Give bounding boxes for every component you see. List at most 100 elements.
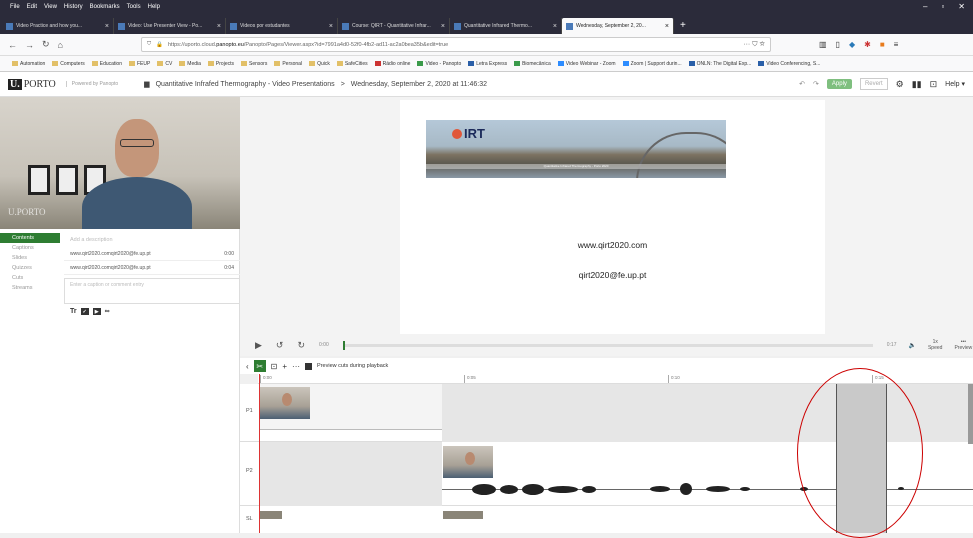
bookmark-item[interactable]: Personal xyxy=(274,61,302,67)
nav-slides[interactable]: Slides xyxy=(0,253,60,263)
sidebar-icon[interactable]: ▯ xyxy=(836,40,840,49)
tab-close-icon[interactable]: × xyxy=(105,23,109,30)
bookmark-item[interactable]: Video - Panopto xyxy=(417,61,461,67)
tab-close-icon[interactable]: × xyxy=(665,23,669,30)
collapse-chevron-icon[interactable]: ‹ xyxy=(246,362,249,371)
preview-cuts-checkbox[interactable] xyxy=(305,362,313,370)
browser-tab[interactable]: Course: QIRT - Quantitative Infrar... × xyxy=(338,18,450,34)
bookmark-item[interactable]: FEUP xyxy=(129,61,150,67)
bookmark-item[interactable]: SafeCities xyxy=(336,61,368,67)
menu-tools[interactable]: Tools xyxy=(127,4,141,10)
bookmark-item[interactable]: Zoom | Support durin... xyxy=(622,61,682,67)
undo-button[interactable]: ↶ xyxy=(799,80,805,88)
embed-icon[interactable]: ⊡ xyxy=(930,79,938,90)
browser-tab[interactable]: Videos por estudantes × xyxy=(226,18,338,34)
nav-contents[interactable]: Contents xyxy=(0,233,60,243)
wall-frame xyxy=(28,165,50,195)
menu-file[interactable]: File xyxy=(10,4,20,10)
tab-close-icon[interactable]: × xyxy=(441,23,445,30)
tab-close-icon[interactable]: × xyxy=(553,23,557,30)
maximize-icon[interactable]: ▫ xyxy=(941,2,944,11)
bookmark-item[interactable]: Biomecânica xyxy=(514,61,551,67)
bookmark-item[interactable]: Video Webinar - Zoom xyxy=(557,61,616,67)
logo-dot xyxy=(452,129,462,139)
bookmark-item[interactable]: CV xyxy=(157,61,172,67)
volume-icon[interactable]: 🔈 xyxy=(908,342,915,349)
bookmark-item[interactable]: Education xyxy=(91,61,122,67)
menu-view[interactable]: View xyxy=(44,4,57,10)
browser-tab[interactable]: Video Practice and how you... × xyxy=(2,18,114,34)
split-icon[interactable]: ⊡ xyxy=(271,362,278,371)
nav-cuts[interactable]: Cuts xyxy=(0,273,60,283)
link-icon[interactable]: ∞ xyxy=(105,308,110,315)
bookmark-item[interactable]: Quick xyxy=(309,61,330,67)
revert-button[interactable]: Revert xyxy=(859,78,888,90)
menu-help[interactable]: Help xyxy=(148,4,160,10)
reload-icon[interactable]: ↻ xyxy=(42,39,50,50)
rewind-icon[interactable]: ↺ xyxy=(276,340,284,351)
checkbox-icon[interactable]: ✓ xyxy=(80,308,89,315)
cut-scissors-icon[interactable]: ✂ xyxy=(253,360,266,372)
bookmark-item[interactable]: Media xyxy=(179,61,201,67)
text-format-icon[interactable]: Tr xyxy=(70,308,77,315)
new-tab-icon[interactable]: + xyxy=(680,20,686,31)
contents-row[interactable]: www.qirt2020.comqirt2020@fe.up.pt 0:00 xyxy=(64,247,240,261)
browser-tab[interactable]: Quantitative Infrared Thermo... × xyxy=(450,18,562,34)
contents-row[interactable]: www.qirt2020.comqirt2020@fe.up.pt 0:04 xyxy=(64,261,240,275)
slide-thumbnail[interactable] xyxy=(443,511,483,519)
bookmark-item[interactable]: Rádio online xyxy=(374,61,410,67)
extension-icon[interactable]: ◆ xyxy=(849,40,855,49)
back-icon[interactable]: ← xyxy=(8,40,17,50)
addon2-icon[interactable]: ■ xyxy=(880,40,885,49)
forward-icon[interactable]: ↻ xyxy=(297,340,305,351)
folder-icon xyxy=(12,61,18,66)
home-icon[interactable]: ⌂ xyxy=(58,40,63,50)
bookmark-item[interactable]: Letra Express xyxy=(468,61,507,67)
menu-edit[interactable]: Edit xyxy=(27,4,37,10)
tab-close-icon[interactable]: × xyxy=(217,23,221,30)
close-window-icon[interactable]: ✕ xyxy=(958,2,965,11)
nav-captions[interactable]: Captions xyxy=(0,243,60,253)
bookmark-item[interactable]: Automation xyxy=(12,61,45,67)
forward-icon[interactable]: → xyxy=(25,40,34,50)
bookmark-item[interactable]: Sensors xyxy=(240,61,267,67)
nav-quizzes[interactable]: Quizzes xyxy=(0,263,60,273)
minimize-icon[interactable]: – xyxy=(923,2,927,11)
menu-history[interactable]: History xyxy=(64,4,83,10)
video-icon[interactable]: ▶ xyxy=(92,308,101,315)
url-actions[interactable]: ··· ⛉ ☆ xyxy=(743,41,765,49)
description-input[interactable]: Add a description xyxy=(64,233,240,247)
url-bar[interactable]: ⛉ 🔒 https://uporto.cloud.panopto.eu/Pano… xyxy=(140,37,771,52)
addon-icon[interactable]: ✱ xyxy=(864,40,871,49)
speed-button[interactable]: 1x Speed xyxy=(928,339,942,351)
add-icon[interactable]: + xyxy=(282,362,287,371)
slide-preview[interactable]: IRT Quantitative Infrared Thermography -… xyxy=(400,100,825,338)
apply-button[interactable]: Apply xyxy=(826,79,852,89)
redo-button[interactable]: ↷ xyxy=(813,80,819,88)
help-menu[interactable]: Help ▾ xyxy=(945,80,965,88)
comment-input[interactable]: Enter a caption or comment entry xyxy=(64,278,240,304)
more-icon[interactable]: ··· xyxy=(292,362,300,371)
browser-tab-active[interactable]: Wednesday, September 2, 20... × xyxy=(562,18,674,34)
bookmark-item[interactable]: ONLN: The Digital Exp... xyxy=(688,61,751,67)
stats-icon[interactable]: ▮▮ xyxy=(912,79,922,90)
tab-label: Wednesday, September 2, 20... xyxy=(576,23,646,29)
bookmark-item[interactable]: Computers xyxy=(52,61,85,67)
bookmark-item[interactable]: Video Conferencing, S... xyxy=(758,61,820,67)
play-icon[interactable]: ▶ xyxy=(255,340,262,351)
tab-close-icon[interactable]: × xyxy=(329,23,333,30)
bookmark-item[interactable]: Projects xyxy=(207,61,234,67)
playhead[interactable] xyxy=(259,374,260,533)
library-icon[interactable]: ▥ xyxy=(819,40,827,49)
breadcrumb-folder[interactable]: Quantitative Infrafed Thermography - Vid… xyxy=(156,81,335,88)
settings-gear-icon[interactable]: ⚙ xyxy=(896,79,904,90)
preview-button[interactable]: ••• Preview xyxy=(954,339,972,351)
slide-thumbnail[interactable] xyxy=(260,511,282,519)
waveform-peak xyxy=(706,486,730,492)
menu-hamburger-icon[interactable]: ≡ xyxy=(894,40,899,49)
nav-streams[interactable]: Streams xyxy=(0,283,60,293)
seek-bar[interactable] xyxy=(342,340,873,350)
webcam-video[interactable]: U.PORTO xyxy=(0,97,240,229)
menu-bookmarks[interactable]: Bookmarks xyxy=(90,4,120,10)
browser-tab[interactable]: Video: Use Presenter View - Po... × xyxy=(114,18,226,34)
